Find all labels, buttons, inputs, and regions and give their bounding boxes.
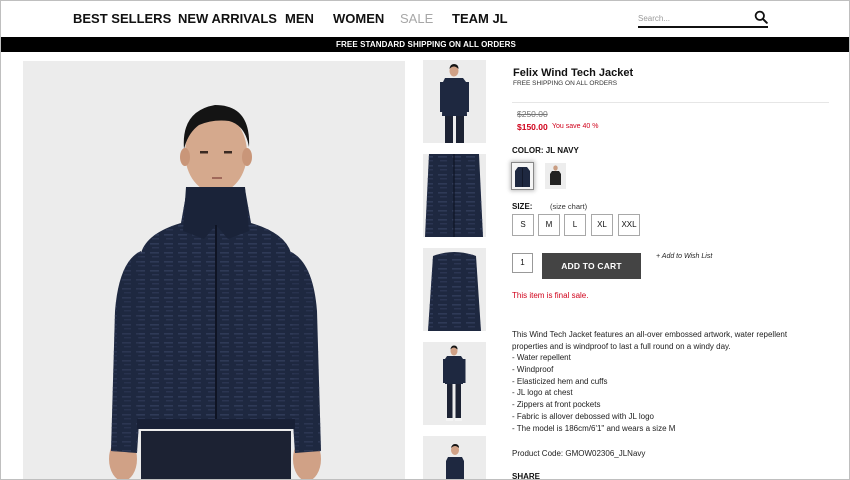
final-sale-notice: This item is final sale. (512, 291, 589, 300)
color-label: COLOR: JL NAVY (512, 146, 579, 155)
quantity-input[interactable]: 1 (512, 253, 533, 273)
size-chart-link[interactable]: (size chart) (550, 202, 587, 211)
feature-list: - Water repellent - Windproof - Elastici… (512, 352, 675, 435)
thumbnail-image (423, 60, 486, 143)
search-input[interactable] (638, 10, 748, 26)
nav-women[interactable]: WOMEN (333, 11, 384, 26)
page-frame: BEST SELLERS NEW ARRIVALS MEN WOMEN SALE… (0, 0, 850, 480)
feature-item: - The model is 186cm/6'1" and wears a si… (512, 423, 676, 433)
savings-text: You save 40 % (552, 123, 599, 130)
nav-sale[interactable]: SALE (400, 11, 433, 26)
size-button-l[interactable]: L (564, 214, 586, 236)
main-product-image[interactable] (23, 61, 405, 479)
color-swatch-black[interactable] (545, 163, 566, 189)
nav-new-arrivals[interactable]: NEW ARRIVALS (178, 11, 277, 26)
product-code: Product Code: GMOW02306_JLNavy (512, 449, 646, 458)
nav-team-jl[interactable]: TEAM JL (452, 11, 508, 26)
thumbnail-side[interactable] (423, 436, 486, 479)
share-heading: SHARE (512, 472, 541, 480)
nav-best-sellers[interactable]: BEST SELLERS (73, 11, 171, 26)
add-to-cart-button[interactable]: ADD TO CART (542, 253, 641, 279)
black-jacket-swatch-image (545, 163, 566, 189)
feature-item: - Zippers at front pockets (512, 400, 601, 410)
thumbnail-front[interactable] (423, 60, 486, 143)
nav-men[interactable]: MEN (285, 11, 314, 26)
feature-item: - Water repellent (512, 353, 571, 362)
feature-item: - Windproof (512, 364, 554, 374)
original-price: $250.00 (517, 109, 548, 119)
model-jacket-illustration (23, 61, 405, 479)
size-button-xl[interactable]: XL (591, 214, 613, 236)
feature-item: - Fabric is allover debossed with JL log… (512, 411, 654, 421)
shipping-banner: FREE STANDARD SHIPPING ON ALL ORDERS (1, 37, 849, 52)
feature-item: - JL logo at chest (512, 388, 573, 398)
top-nav: BEST SELLERS NEW ARRIVALS MEN WOMEN SALE… (1, 1, 849, 37)
size-label: SIZE: (512, 202, 533, 211)
color-swatch-navy[interactable] (512, 163, 533, 189)
size-button-xxl[interactable]: XXL (618, 214, 640, 236)
search-icon[interactable] (754, 10, 768, 24)
thumbnail-back-detail[interactable] (423, 248, 486, 331)
price-divider (512, 102, 829, 103)
product-title: Felix Wind Tech Jacket (513, 67, 634, 79)
thumbnail-image (423, 248, 486, 331)
search-box (638, 8, 768, 28)
thumbnail-image (423, 154, 486, 237)
sale-price: $150.00 (517, 122, 548, 132)
size-button-m[interactable]: M (538, 214, 560, 236)
thumbnail-detail-front[interactable] (423, 154, 486, 237)
size-button-s[interactable]: S (512, 214, 534, 236)
thumbnail-image (423, 342, 486, 425)
feature-item: - Elasticized hem and cuffs (512, 376, 608, 386)
thumbnail-image (423, 436, 486, 479)
add-to-wishlist-link[interactable]: + Add to Wish List (656, 253, 712, 260)
navy-jacket-swatch-image (512, 163, 533, 189)
free-shipping-note: FREE SHIPPING ON ALL ORDERS (513, 80, 618, 87)
product-description: This Wind Tech Jacket features an all-ov… (512, 330, 788, 351)
thumbnail-full-body[interactable] (423, 342, 486, 425)
